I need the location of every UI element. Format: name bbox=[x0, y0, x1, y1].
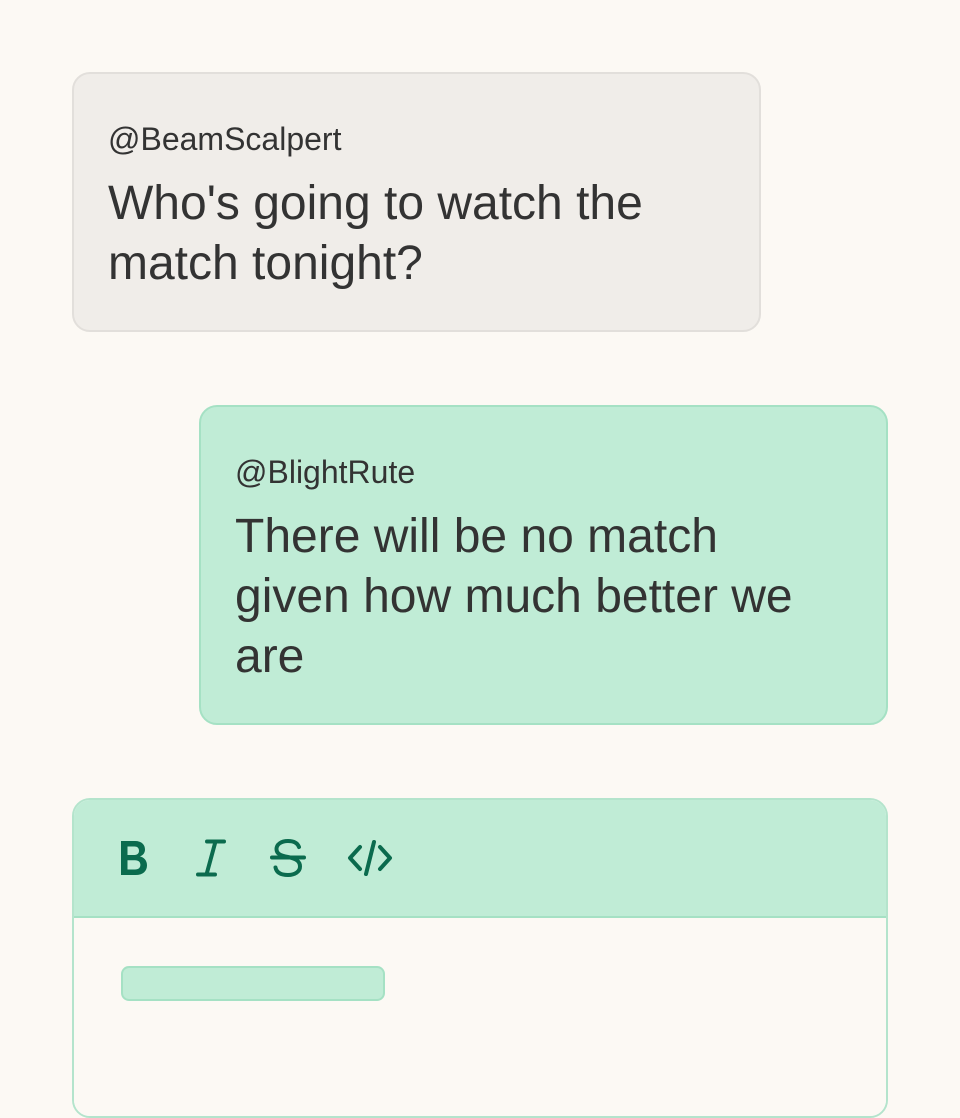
message-composer bbox=[72, 798, 888, 1118]
message-author: @BlightRute bbox=[235, 454, 416, 490]
italic-button[interactable] bbox=[189, 828, 266, 888]
incoming-message-bubble: @BeamScalpert Who's going to watch the m… bbox=[72, 72, 761, 332]
strikethrough-button[interactable] bbox=[266, 828, 343, 888]
code-icon bbox=[348, 840, 392, 876]
message-input[interactable] bbox=[74, 918, 886, 1116]
italic-icon bbox=[196, 839, 226, 877]
strikethrough-icon bbox=[270, 838, 306, 878]
message-author: @BeamScalpert bbox=[108, 121, 342, 157]
outgoing-message-bubble: @BlightRute There will be no match given… bbox=[199, 405, 888, 725]
code-button[interactable] bbox=[343, 828, 420, 888]
text-placeholder-bar bbox=[121, 966, 385, 1001]
message-text: There will be no match given how much be… bbox=[235, 510, 793, 683]
formatting-toolbar bbox=[74, 800, 886, 918]
bold-icon bbox=[121, 841, 147, 875]
message-text: Who's going to watch the match tonight? bbox=[108, 177, 643, 290]
bold-button[interactable] bbox=[112, 828, 189, 888]
